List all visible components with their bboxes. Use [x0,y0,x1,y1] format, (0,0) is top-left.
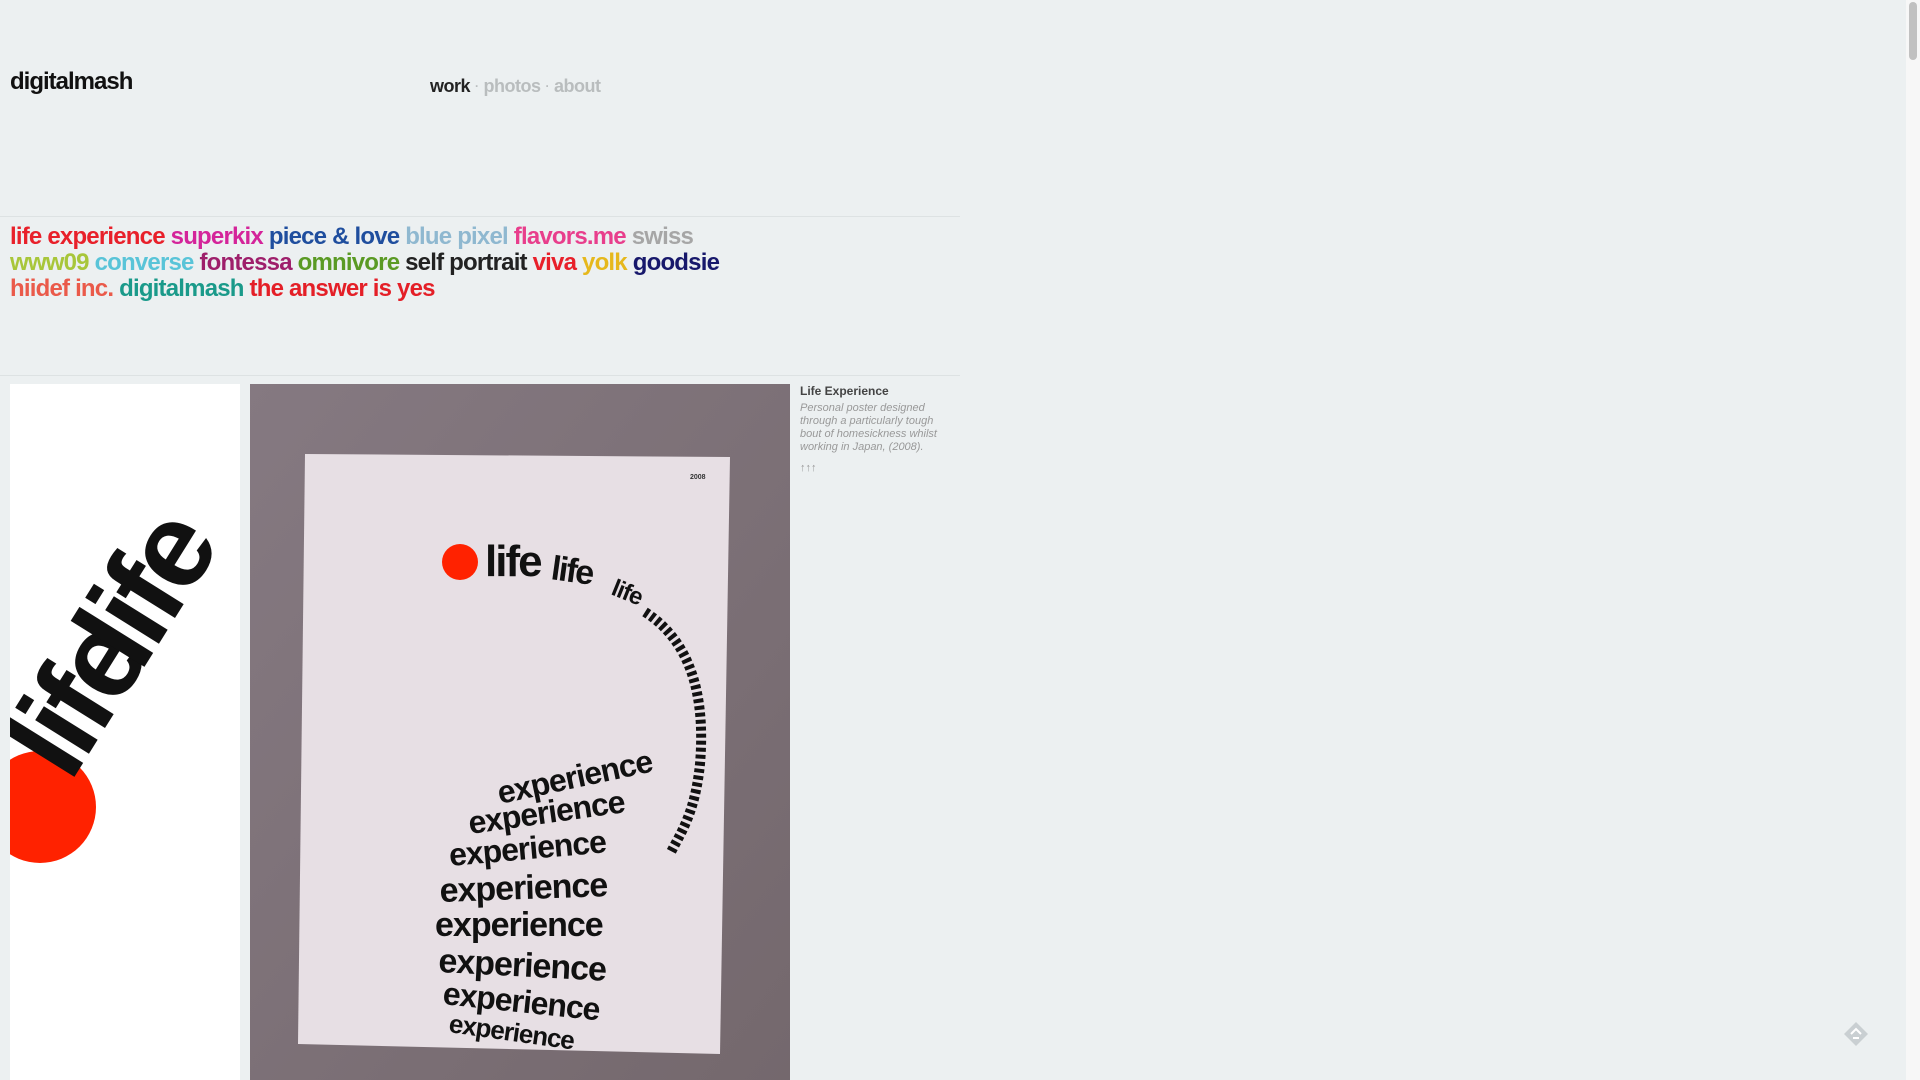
poster-crop-graphic: life life [10,488,240,863]
scrollbar-thumb[interactable] [1909,2,1917,60]
artwork-main-image[interactable]: 2008 life life life experience experienc… [250,384,790,1080]
project-list: life experience superkix piece & love bl… [10,224,730,302]
project-link[interactable]: blue pixel [405,223,509,250]
nav-about[interactable]: about [554,76,601,96]
project-link[interactable]: life experience [10,223,166,250]
project-link[interactable]: www09 [10,249,90,276]
artwork-word-life: life [485,537,541,586]
nav-photos[interactable]: photos [484,76,542,96]
project-link[interactable]: yolk [582,249,628,276]
project-link[interactable]: flavors.me [514,223,627,250]
artwork-detail-image[interactable]: life life [10,384,240,1080]
project-link[interactable]: converse [95,249,195,276]
red-dot [442,544,478,580]
project-link[interactable]: superkix [171,223,264,250]
nav-separator: · [475,79,479,93]
project-link[interactable]: swiss [632,223,694,250]
project-link[interactable]: the answer is yes [250,275,436,302]
project-link[interactable]: digitalmash [119,275,244,302]
nav-work[interactable]: work [430,76,471,96]
project-info: Life Experience Personal poster designed… [800,384,950,474]
main-nav: work · photos · about [430,76,601,97]
project-link[interactable]: viva [533,249,577,276]
artwork-word-life: life [549,549,596,593]
project-link[interactable]: self portrait [405,249,527,276]
divider [0,216,960,217]
vertical-scrollbar[interactable] [1906,0,1920,1080]
project-title: Life Experience [800,384,889,398]
nav-separator: · [545,79,550,93]
artwork-word-experience: experience [435,906,603,944]
feed-icon[interactable] [1842,1020,1870,1048]
project-link[interactable]: hiidef inc. [10,275,114,302]
project-link[interactable]: omnivore [298,249,400,276]
poster-year: 2008 [690,474,706,481]
divider [0,375,960,376]
poster-photo-graphic: 2008 life life life experience experienc… [250,384,790,1080]
site-title[interactable]: digitalmash [10,68,133,96]
artwork-word-experience: experience [439,866,608,910]
project-link[interactable]: fontessa [199,249,292,276]
project-description: Personal poster designed through a parti… [800,402,937,453]
back-to-top-link[interactable]: ↑↑↑ [800,462,950,474]
project-link[interactable]: goodsie [633,249,720,276]
project-link[interactable]: piece & love [269,223,400,250]
